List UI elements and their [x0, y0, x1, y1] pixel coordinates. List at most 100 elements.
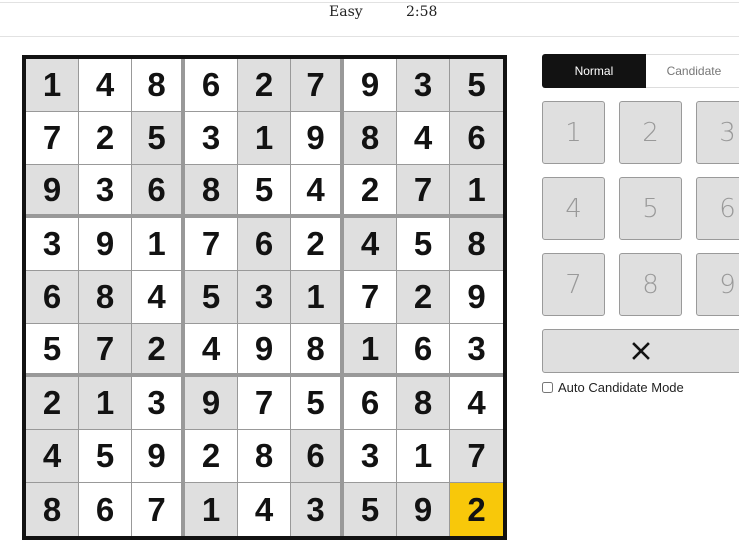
cell[interactable]: 8: [79, 271, 132, 324]
cell[interactable]: 1: [450, 165, 503, 218]
cell[interactable]: 9: [185, 377, 238, 430]
cell[interactable]: 7: [132, 483, 185, 536]
cell[interactable]: 8: [238, 430, 291, 483]
cell[interactable]: 6: [185, 59, 238, 112]
cell[interactable]: 9: [238, 324, 291, 377]
cell[interactable]: 6: [132, 165, 185, 218]
cell[interactable]: 8: [26, 483, 79, 536]
cell[interactable]: 9: [291, 112, 344, 165]
cell[interactable]: 4: [132, 271, 185, 324]
cell[interactable]: 3: [26, 218, 79, 271]
cell[interactable]: 6: [79, 483, 132, 536]
auto-candidate-checkbox[interactable]: [542, 382, 553, 393]
cell[interactable]: 6: [26, 271, 79, 324]
cell[interactable]: 7: [450, 430, 503, 483]
cell[interactable]: 3: [79, 165, 132, 218]
cell[interactable]: 2: [26, 377, 79, 430]
cell[interactable]: 2: [79, 112, 132, 165]
cell[interactable]: 6: [344, 377, 397, 430]
cell[interactable]: 1: [397, 430, 450, 483]
cell[interactable]: 1: [344, 324, 397, 377]
cell[interactable]: 7: [185, 218, 238, 271]
cell[interactable]: 8: [397, 377, 450, 430]
cell[interactable]: 8: [450, 218, 503, 271]
cell[interactable]: 9: [26, 165, 79, 218]
cell[interactable]: 2: [397, 271, 450, 324]
difficulty-label: Easy: [329, 4, 363, 20]
cell[interactable]: 8: [132, 59, 185, 112]
cell[interactable]: 5: [132, 112, 185, 165]
cell[interactable]: 1: [26, 59, 79, 112]
cell[interactable]: 9: [79, 218, 132, 271]
cell[interactable]: 3: [344, 430, 397, 483]
cell[interactable]: 4: [291, 165, 344, 218]
number-key-9[interactable]: 9: [696, 253, 739, 316]
cell[interactable]: 5: [291, 377, 344, 430]
cell[interactable]: 6: [238, 218, 291, 271]
cell[interactable]: 7: [26, 112, 79, 165]
cell[interactable]: 9: [344, 59, 397, 112]
cell[interactable]: 4: [79, 59, 132, 112]
cell[interactable]: 1: [238, 112, 291, 165]
number-key-8[interactable]: 8: [619, 253, 682, 316]
cell[interactable]: 3: [132, 377, 185, 430]
cell[interactable]: 5: [185, 271, 238, 324]
cell[interactable]: 6: [291, 430, 344, 483]
cell[interactable]: 6: [450, 112, 503, 165]
cell[interactable]: 9: [450, 271, 503, 324]
cell[interactable]: 4: [397, 112, 450, 165]
cell[interactable]: 2: [238, 59, 291, 112]
cell[interactable]: 9: [132, 430, 185, 483]
cell[interactable]: 2: [344, 165, 397, 218]
game-header: Easy 2:58: [0, 2, 739, 37]
cell[interactable]: 4: [26, 430, 79, 483]
cell[interactable]: 9: [397, 483, 450, 536]
number-key-1[interactable]: 1: [542, 101, 605, 164]
cell[interactable]: 7: [291, 59, 344, 112]
auto-candidate-row[interactable]: Auto Candidate Mode: [542, 380, 739, 395]
cell[interactable]: 1: [79, 377, 132, 430]
close-x-icon: [632, 342, 650, 360]
cell[interactable]: 4: [450, 377, 503, 430]
cell[interactable]: 8: [185, 165, 238, 218]
cell[interactable]: 3: [450, 324, 503, 377]
cell[interactable]: 5: [238, 165, 291, 218]
number-key-6[interactable]: 6: [696, 177, 739, 240]
timer: 2:58: [406, 4, 438, 20]
cell[interactable]: 7: [79, 324, 132, 377]
tab-normal[interactable]: Normal: [542, 54, 646, 88]
cell[interactable]: 3: [291, 483, 344, 536]
cell[interactable]: 8: [291, 324, 344, 377]
cell[interactable]: 3: [397, 59, 450, 112]
cell[interactable]: 5: [344, 483, 397, 536]
cell[interactable]: 6: [397, 324, 450, 377]
cell[interactable]: 5: [397, 218, 450, 271]
number-key-5[interactable]: 5: [619, 177, 682, 240]
cell[interactable]: 2: [132, 324, 185, 377]
number-pad: 1 2 3 4 5 6 7 8 9: [542, 101, 739, 316]
cell[interactable]: 5: [26, 324, 79, 377]
number-key-2[interactable]: 2: [619, 101, 682, 164]
cell[interactable]: 2: [185, 430, 238, 483]
cell[interactable]: 5: [79, 430, 132, 483]
number-key-3[interactable]: 3: [696, 101, 739, 164]
cell[interactable]: 7: [344, 271, 397, 324]
cell[interactable]: 1: [291, 271, 344, 324]
cell[interactable]: 1: [185, 483, 238, 536]
cell[interactable]: 7: [238, 377, 291, 430]
erase-button[interactable]: [542, 329, 739, 373]
cell[interactable]: 5: [450, 59, 503, 112]
cell[interactable]: 7: [397, 165, 450, 218]
number-key-4[interactable]: 4: [542, 177, 605, 240]
cell[interactable]: 4: [344, 218, 397, 271]
cell[interactable]: 8: [344, 112, 397, 165]
cell[interactable]: 2: [291, 218, 344, 271]
tab-candidate[interactable]: Candidate: [645, 54, 739, 88]
cell[interactable]: 4: [185, 324, 238, 377]
cell[interactable]: 1: [132, 218, 185, 271]
cell[interactable]: 3: [185, 112, 238, 165]
cell-selected[interactable]: 2: [450, 483, 503, 536]
number-key-7[interactable]: 7: [542, 253, 605, 316]
cell[interactable]: 3: [238, 271, 291, 324]
cell[interactable]: 4: [238, 483, 291, 536]
